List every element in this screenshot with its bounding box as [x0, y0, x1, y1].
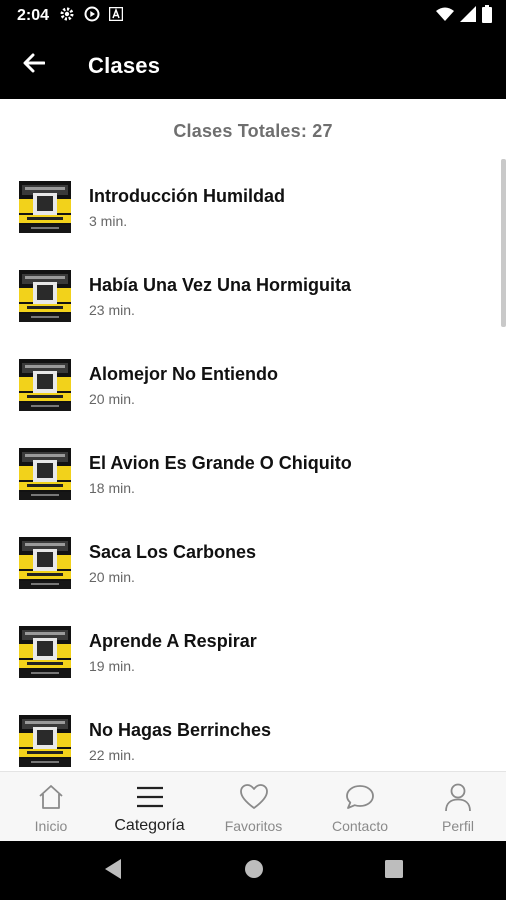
list-item[interactable]: No Hagas Berrinches 22 min.: [0, 715, 500, 771]
class-list: Introducción Humildad 3 min. Había Una V…: [0, 181, 500, 771]
back-button[interactable]: [14, 46, 54, 86]
status-bar: 2:04: [0, 0, 506, 32]
class-list-content[interactable]: Clases Totales: 27 Introducción Humildad…: [0, 99, 506, 771]
chat-bubble-icon: [345, 782, 375, 812]
menu-icon: [135, 782, 165, 812]
play-circle-icon: [84, 6, 100, 27]
nav-label: Categoría: [114, 817, 185, 834]
class-thumbnail: [19, 626, 71, 678]
list-item[interactable]: Alomejor No Entiendo 20 min.: [0, 359, 500, 448]
arrow-left-icon: [23, 53, 46, 78]
class-duration: 20 min.: [89, 391, 135, 407]
class-thumbnail: [19, 448, 71, 500]
scrollbar[interactable]: [501, 159, 506, 327]
recents-square-icon: [385, 859, 403, 883]
course-cover-image: [19, 181, 71, 233]
home-icon: [37, 782, 65, 812]
class-duration: 18 min.: [89, 480, 135, 496]
list-item[interactable]: Introducción Humildad 3 min.: [0, 181, 500, 270]
class-duration: 23 min.: [89, 302, 135, 318]
class-duration: 3 min.: [89, 213, 128, 229]
class-title: Introducción Humildad: [89, 186, 285, 206]
class-title: Saca Los Carbones: [89, 542, 257, 562]
course-cover-image: [19, 448, 71, 500]
class-thumbnail: [19, 270, 71, 322]
nav-contacto[interactable]: Contacto: [310, 772, 410, 842]
settings-icon: [59, 6, 75, 27]
nav-favoritos[interactable]: Favoritos: [197, 772, 310, 842]
home-circle-icon: [244, 859, 264, 884]
list-item[interactable]: Aprende A Respirar 19 min.: [0, 626, 500, 715]
course-cover-image: [19, 537, 71, 589]
class-title: El Avion Es Grande O Chiquito: [89, 453, 352, 473]
bottom-navigation: Inicio Categoría Favoritos Contacto Perf…: [0, 771, 506, 842]
class-title: Aprende A Respirar: [89, 631, 257, 651]
class-thumbnail: [19, 181, 71, 233]
course-cover-image: [19, 270, 71, 322]
nav-label: Perfil: [442, 818, 474, 834]
back-triangle-icon: [103, 858, 123, 885]
list-item[interactable]: Saca Los Carbones 20 min.: [0, 537, 500, 626]
nav-label: Favoritos: [224, 818, 283, 834]
nav-perfil[interactable]: Perfil: [410, 772, 506, 842]
font-a-icon: [108, 6, 124, 26]
nav-categoria[interactable]: Categoría: [102, 772, 197, 842]
status-time: 2:04: [17, 7, 50, 24]
class-duration: 20 min.: [89, 569, 135, 585]
battery-icon: [482, 4, 492, 28]
app-bar: Clases: [0, 32, 506, 99]
nav-inicio[interactable]: Inicio: [0, 772, 102, 842]
page-title: Clases: [88, 52, 161, 78]
nav-label: Contacto: [331, 818, 389, 834]
list-item[interactable]: El Avion Es Grande O Chiquito 18 min.: [0, 448, 500, 537]
class-thumbnail: [19, 359, 71, 411]
system-recents-button[interactable]: [383, 859, 405, 883]
heart-icon: [239, 782, 269, 812]
course-cover-image: [19, 626, 71, 678]
course-cover-image: [19, 715, 71, 767]
system-navigation-bar: [0, 841, 506, 900]
system-back-button[interactable]: [102, 858, 124, 885]
wifi-icon: [436, 7, 454, 26]
nav-label: Inicio: [34, 818, 68, 834]
status-icons-left: [59, 6, 124, 27]
screen: 2:04 Clases Clases Totales: 27 Introducc…: [0, 0, 506, 900]
class-thumbnail: [19, 537, 71, 589]
list-item[interactable]: Había Una Vez Una Hormiguita 23 min.: [0, 270, 500, 359]
class-thumbnail: [19, 715, 71, 767]
class-title: No Hagas Berrinches: [89, 720, 272, 740]
class-duration: 22 min.: [89, 747, 135, 763]
class-title: Había Una Vez Una Hormiguita: [89, 275, 352, 295]
course-cover-image: [19, 359, 71, 411]
status-icons-right: [436, 4, 492, 28]
signal-icon: [460, 5, 476, 27]
person-icon: [444, 782, 472, 812]
class-title: Alomejor No Entiendo: [89, 364, 278, 384]
class-duration: 19 min.: [89, 658, 135, 674]
system-home-button[interactable]: [243, 859, 265, 884]
total-classes-label: Clases Totales: 27: [173, 121, 333, 141]
